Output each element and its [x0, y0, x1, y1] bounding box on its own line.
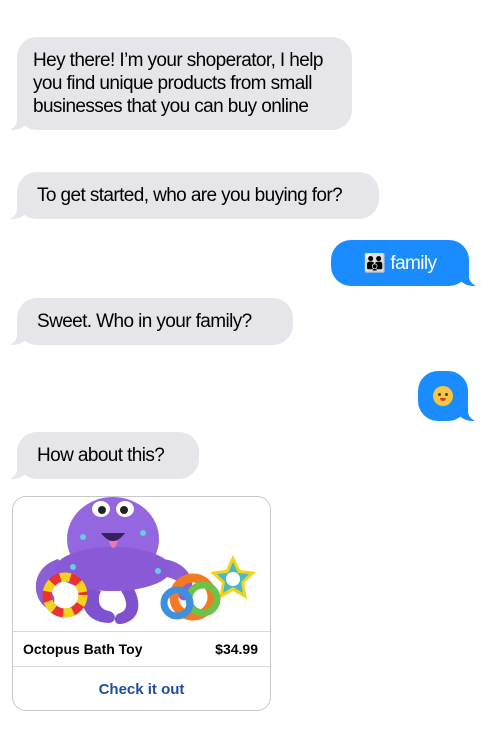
baby-emoji-icon: [433, 386, 453, 406]
message-text: To get started, who are you buying for?: [37, 185, 343, 206]
product-card[interactable]: Octopus Bath Toy $34.99 Check it out: [12, 496, 271, 711]
message-text: family: [390, 252, 437, 274]
family-emoji-icon: 👪: [363, 252, 386, 273]
message-text: Sweet. Who in your family?: [37, 311, 252, 332]
message-text: How about this?: [37, 445, 165, 466]
bot-message: To get started, who are you buying for?: [5, 172, 379, 219]
user-message: 👪 family: [331, 240, 481, 286]
check-it-out-button[interactable]: Check it out: [13, 666, 270, 710]
message-text: Hey there! I’m your shoperator, I help y…: [33, 50, 323, 117]
bot-message: How about this?: [5, 432, 199, 479]
user-message: [418, 371, 480, 421]
octopus-bath-toy-icon: [35, 497, 256, 625]
bot-message: Hey there! I’m your shoperator, I help y…: [5, 37, 352, 130]
product-info: Octopus Bath Toy $34.99: [13, 631, 270, 666]
product-image[interactable]: [13, 497, 270, 631]
product-name: Octopus Bath Toy: [23, 641, 143, 657]
product-price: $34.99: [215, 641, 258, 657]
bot-message: Sweet. Who in your family?: [5, 298, 293, 345]
